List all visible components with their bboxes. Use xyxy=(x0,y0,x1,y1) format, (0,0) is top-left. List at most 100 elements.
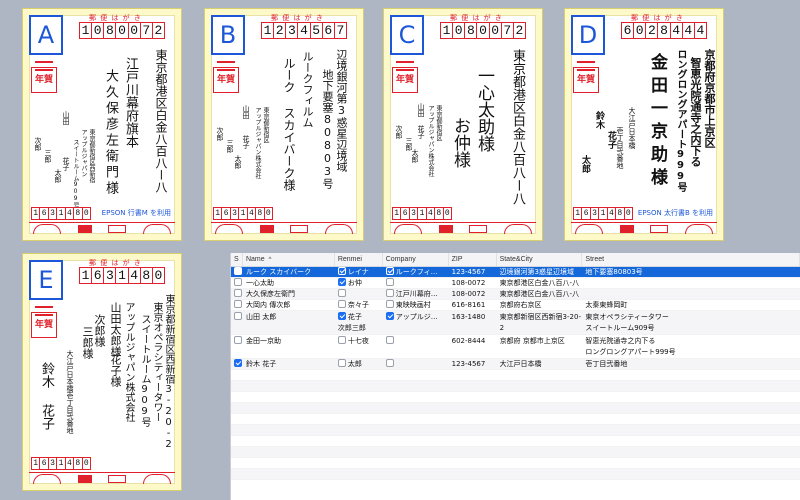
nenga-mark: 年賀 xyxy=(573,61,599,93)
recipient-name: 山田太郎様 xyxy=(109,302,122,357)
empty-row xyxy=(231,436,800,447)
table-row[interactable]: 大岡内 傳次郎 奈々子 東映映画村 616-8161 京都府右京区 太秦東蜂岡町 xyxy=(231,300,800,311)
sender-name: 次郎 xyxy=(395,125,403,139)
recipient-zip: 1631480 xyxy=(79,267,165,284)
renmei-checkbox[interactable] xyxy=(337,278,346,286)
recipient-company: ルークフィルム xyxy=(301,51,314,128)
table-row[interactable]: 鈴木 花子 太郎 123-4567 大江戸日本橋 壱丁目弐番地 xyxy=(231,359,800,370)
column-header-s[interactable]: S xyxy=(231,253,243,266)
recipient-name-4: 三郎様 xyxy=(81,326,94,359)
stamp-letter-b: B xyxy=(211,15,245,55)
table-row[interactable]: 一心太助 お仲 108-0072 東京都港区白金八百八-八 xyxy=(231,278,800,289)
postcard-e[interactable]: E 郵 便 は が き 1631480 年賀 東京都新宿区西新宿3-20-2 東… xyxy=(22,253,182,491)
row-checkbox[interactable] xyxy=(234,278,242,286)
recipient-address: 辺境銀河第3惑星辺境域 xyxy=(335,49,348,172)
empty-row xyxy=(231,381,800,392)
renmei-checkbox[interactable] xyxy=(337,336,346,344)
stamp-letter-c: C xyxy=(390,15,424,55)
sender-address: 大江戸日本橋壱丁目弐番地 xyxy=(66,350,74,434)
sender-name: 鈴木 xyxy=(39,362,54,388)
recipient-name: 大久保彦左衛門様 xyxy=(103,69,118,197)
table-row[interactable]: ルーク スカイバーク レイナ ルークフィ… 123-4567 辺境銀河第3惑星辺… xyxy=(231,267,800,278)
recipient-zip: 6028444 xyxy=(621,22,707,39)
column-header-company[interactable]: Company xyxy=(383,253,449,266)
nenga-mark: 年賀 xyxy=(392,61,418,93)
sender-name: 太郎 xyxy=(54,169,62,183)
postcard-a[interactable]: A 郵 便 は が き 1080072 年賀 東京都港区白金八百八ー八 江戸川幕… xyxy=(22,8,182,241)
renmei-checkbox[interactable] xyxy=(337,300,346,308)
sender-name: 次郎 xyxy=(216,127,224,141)
recipient-address-line3: ロングロングアパート999号 xyxy=(675,49,686,192)
company-checkbox[interactable] xyxy=(385,359,394,367)
sender-name: 山田 xyxy=(242,105,250,119)
recipient-zip: 1080072 xyxy=(79,22,165,39)
table-row[interactable]: 金田一京助 十七夜 602-8444 京都府 京都市上京区 智恵光院通寺之内下る… xyxy=(231,335,800,359)
row-checkbox[interactable] xyxy=(234,359,242,367)
empty-row xyxy=(231,458,800,469)
recipient-name: 金田一京助様 xyxy=(647,53,667,191)
row-checkbox[interactable] xyxy=(234,336,242,344)
postcard-d[interactable]: D 郵 便 は が き 6028444 年賀 京都府京都市上京区 智恵光院通寺之… xyxy=(564,8,724,241)
row-checkbox[interactable] xyxy=(234,289,242,297)
empty-row xyxy=(231,425,800,436)
postcard-c[interactable]: C 郵 便 は が き 1080072 年賀 東京都港区白金八百八ー八 一心太助… xyxy=(383,8,543,241)
table-row[interactable]: 山田 太郎 花子 次郎三郎 アップルジ… 163-1480 東京都新宿区西新宿3-… xyxy=(231,311,800,335)
row-checkbox[interactable] xyxy=(234,267,242,275)
font-note: EPSON 行書M を利用 xyxy=(101,209,171,217)
company-checkbox[interactable] xyxy=(385,312,394,320)
recipient-name-2: お仲様 xyxy=(450,117,470,168)
sort-ascending-icon: ^ xyxy=(268,257,272,263)
company-checkbox[interactable] xyxy=(385,300,394,308)
recipient-address-line2: 地下要塞80803号 xyxy=(321,69,334,189)
renmei-checkbox[interactable] xyxy=(337,267,346,275)
sender-name: 花子 xyxy=(242,135,250,149)
column-header-street[interactable]: Street xyxy=(582,253,800,266)
company-checkbox[interactable] xyxy=(385,289,394,297)
font-note: EPSON 太行書B を利用 xyxy=(637,209,713,217)
address-table[interactable]: S Name ^ Renmei Company ZIP State&City St… xyxy=(230,253,800,500)
renmei-checkbox[interactable] xyxy=(337,289,346,297)
company-checkbox[interactable] xyxy=(385,278,394,286)
sender-company: アップルジャパン株式会社 xyxy=(254,107,261,179)
empty-row xyxy=(231,403,800,414)
lottery-strip xyxy=(390,222,536,234)
sender-name: 山田 xyxy=(417,103,425,117)
recipient-address-line2: 智恵光院通寺之内下る xyxy=(689,57,702,167)
recipient-address: 東京都港区白金八百八ー八 xyxy=(510,49,525,205)
table-header: S Name ^ Renmei Company ZIP State&City St… xyxy=(231,253,800,267)
recipient-address-line3: スイートルーム909号 xyxy=(139,314,150,427)
nenga-mark: 年賀 xyxy=(31,61,57,93)
sender-name: 次郎 xyxy=(34,137,42,151)
column-header-state-city[interactable]: State&City xyxy=(497,253,583,266)
recipient-name: 一心太助様 xyxy=(474,67,494,152)
lottery-strip xyxy=(571,222,717,234)
column-header-name[interactable]: Name ^ xyxy=(243,253,335,266)
sender-name: 太郎 xyxy=(580,155,590,173)
recipient-address: 京都府京都市上京区 xyxy=(703,49,716,148)
lottery-strip xyxy=(211,222,357,234)
postcard-b[interactable]: B 郵 便 は が き 1234567 年賀 辺境銀河第3惑星辺境域 地下要塞8… xyxy=(204,8,364,241)
table-row[interactable]: 大久保彦左衛門 江戸川幕府… 108-0072 東京都港区白金八百八-八 xyxy=(231,289,800,300)
sender-zip: 1631480 xyxy=(31,457,91,470)
company-checkbox[interactable] xyxy=(385,267,394,275)
renmei-checkbox[interactable] xyxy=(337,359,346,367)
column-header-zip[interactable]: ZIP xyxy=(449,253,497,266)
recipient-name-2: 花子様 xyxy=(109,354,122,387)
column-header-renmei[interactable]: Renmei xyxy=(335,253,383,266)
renmei-checkbox[interactable] xyxy=(337,312,346,320)
sender-name: 山田 xyxy=(62,111,70,125)
recipient-zip: 1234567 xyxy=(261,22,347,39)
empty-row xyxy=(231,370,800,381)
recipient-zip: 1080072 xyxy=(440,22,526,39)
row-checkbox[interactable] xyxy=(234,312,242,320)
row-checkbox[interactable] xyxy=(234,300,242,308)
sender-name: 太郎 xyxy=(411,149,419,163)
stamp-letter-d: D xyxy=(571,15,605,55)
sender-company: アップルジャパン株式会社 xyxy=(427,105,434,177)
recipient-company: 江戸川幕府旗本 xyxy=(123,57,138,148)
sender-address: 東京都新宿区西新宿 xyxy=(88,129,95,183)
company-checkbox[interactable] xyxy=(385,336,394,344)
empty-row xyxy=(231,469,800,480)
nenga-mark: 年賀 xyxy=(31,306,57,338)
recipient-address: 東京都港区白金八百八ー八 xyxy=(154,49,168,193)
